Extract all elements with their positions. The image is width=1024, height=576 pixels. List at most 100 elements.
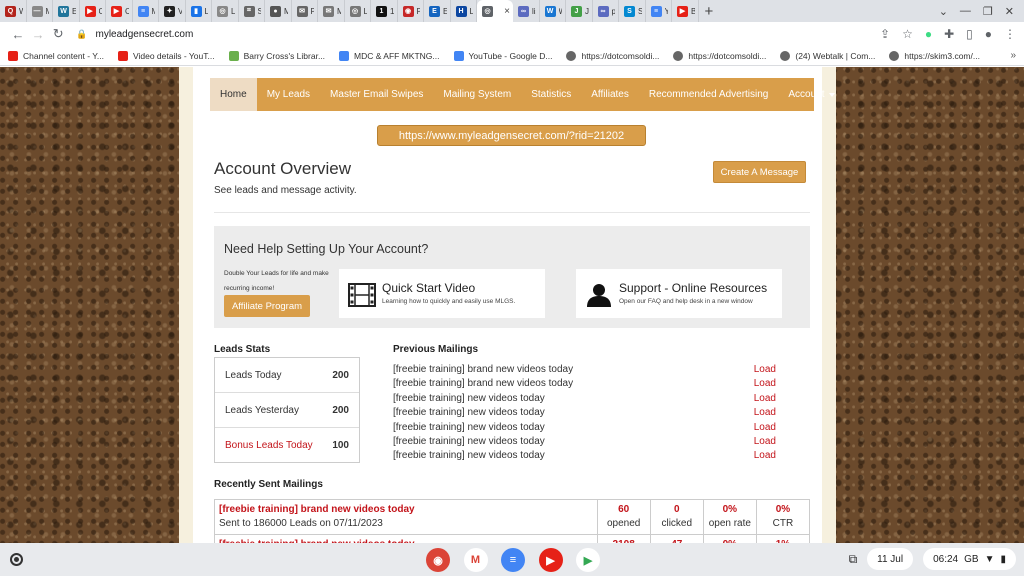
- browser-tab[interactable]: EEu: [424, 0, 451, 22]
- browser-tab[interactable]: SSe: [619, 0, 646, 22]
- mailing-subject: [freebie training] brand new videos toda…: [393, 364, 574, 375]
- browser-tab[interactable]: HLc: [451, 0, 477, 22]
- side-panel-icon[interactable]: ▯: [966, 27, 973, 41]
- browser-tab[interactable]: ≡Yo: [646, 0, 672, 22]
- support-card[interactable]: Support - Online Resources Open our FAQ …: [576, 269, 782, 318]
- load-link[interactable]: Load: [754, 450, 776, 464]
- browser-tab[interactable]: ▶Ch: [80, 0, 106, 22]
- launcher-icon[interactable]: [10, 553, 23, 566]
- extension-android-icon[interactable]: ●: [925, 27, 932, 41]
- load-link[interactable]: Load: [754, 364, 776, 378]
- reload-icon[interactable]: ↻: [48, 26, 68, 42]
- mailing-title-link[interactable]: [freebie training] brand new videos toda…: [219, 503, 593, 517]
- browser-tab[interactable]: ◎La: [345, 0, 371, 22]
- bookmark-item[interactable]: (24) Webtalk | Com...: [780, 50, 875, 61]
- tab-search-icon[interactable]: ⌄: [939, 5, 948, 18]
- nav-account[interactable]: Account: [778, 78, 844, 111]
- referral-url-box[interactable]: https://www.myleadgensecret.com/?rid=212…: [377, 125, 646, 146]
- nav-label: Recommended Advertising: [648, 89, 769, 100]
- create-message-button[interactable]: Create A Message: [713, 161, 806, 183]
- date-pill[interactable]: 11 Jul: [867, 548, 914, 570]
- load-link[interactable]: Load: [754, 393, 776, 407]
- tab-close-icon[interactable]: ×: [504, 6, 510, 17]
- back-icon[interactable]: ←: [8, 27, 28, 42]
- load-link[interactable]: Load: [754, 407, 776, 421]
- bookmark-star-icon[interactable]: ☆: [902, 27, 913, 41]
- tab-favicon-icon: 1: [376, 5, 387, 17]
- nav-mailing-system[interactable]: Mailing System: [433, 78, 521, 111]
- forward-icon[interactable]: →: [28, 27, 48, 42]
- browser-tab[interactable]: ▶Ch: [106, 0, 133, 22]
- browser-tab[interactable]: JJa: [566, 0, 593, 22]
- nav-statistics[interactable]: Statistics: [521, 78, 581, 111]
- browser-tab-active[interactable]: ◎ ×: [477, 0, 513, 22]
- bookmark-label: Video details - YouT...: [132, 50, 215, 61]
- load-link[interactable]: Load: [754, 422, 776, 436]
- nav-label: Master Email Swipes: [330, 89, 424, 100]
- bookmark-item[interactable]: Video details - YouT...: [117, 50, 215, 61]
- extensions-puzzle-icon[interactable]: ✚: [944, 27, 954, 41]
- chrome-app-icon[interactable]: ◉: [426, 548, 450, 572]
- bookmarks-overflow-icon[interactable]: »: [1010, 50, 1016, 61]
- nav-affiliates[interactable]: Affiliates: [581, 78, 639, 111]
- nav-my-leads[interactable]: My Leads: [257, 78, 320, 111]
- browser-tab[interactable]: ≡M: [133, 0, 159, 22]
- nav-master-email-swipes[interactable]: Master Email Swipes: [320, 78, 433, 111]
- bookmark-item[interactable]: Barry Cross's Librar...: [228, 50, 325, 61]
- minimize-icon[interactable]: —: [960, 5, 971, 18]
- browser-tab[interactable]: WEc: [53, 0, 80, 22]
- bookmark-item[interactable]: https://skim3.com/...: [889, 50, 980, 61]
- nav-home[interactable]: Home: [210, 78, 257, 111]
- browser-tab[interactable]: ▮Lis: [186, 0, 212, 22]
- tab-favicon-icon: Q: [5, 5, 16, 17]
- browser-tab[interactable]: ✦Vi: [159, 0, 186, 22]
- browser-tab[interactable]: ✉Mi: [318, 0, 345, 22]
- opened-value: 60: [618, 504, 630, 515]
- bookmark-item[interactable]: YouTube - Google D...: [453, 50, 553, 61]
- browser-tab[interactable]: ▶Ba: [672, 0, 699, 22]
- browser-tab[interactable]: ✉Pa: [292, 0, 318, 22]
- nav-recommended-advertising[interactable]: Recommended Advertising: [639, 78, 779, 111]
- load-link[interactable]: Load: [754, 436, 776, 450]
- tab-title: Vi: [178, 7, 182, 16]
- browser-tab[interactable]: QWi: [0, 0, 27, 22]
- stat-label[interactable]: Bonus Leads Today: [225, 440, 313, 451]
- browser-tab[interactable]: WW: [540, 0, 566, 22]
- browser-tab[interactable]: —M: [27, 0, 53, 22]
- lock-icon: 🔒: [76, 28, 88, 39]
- bookmark-item[interactable]: MDC & AFF MKTNG...: [339, 50, 440, 61]
- restore-icon[interactable]: ❐: [983, 5, 993, 18]
- browser-tab[interactable]: ◉Pr: [398, 0, 424, 22]
- browser-tab[interactable]: ⌗St: [239, 0, 265, 22]
- affiliate-program-button[interactable]: Affiliate Program: [224, 295, 310, 317]
- bookmark-item[interactable]: https://dotcomsoldi...: [566, 50, 659, 61]
- quick-start-card[interactable]: Quick Start Video Learning how to quickl…: [339, 269, 545, 318]
- docs-app-icon[interactable]: ≡: [501, 548, 525, 572]
- status-pill[interactable]: 06:24 GB ▼ ▮: [923, 548, 1016, 570]
- bookmark-label: YouTube - Google D...: [468, 50, 553, 61]
- share-icon[interactable]: ⇪: [880, 27, 890, 41]
- address-bar[interactable]: 🔒 myleadgensecret.com: [76, 25, 880, 43]
- clipboard-icon[interactable]: ⧉: [849, 552, 858, 567]
- browser-tab[interactable]: ●Mi: [265, 0, 292, 22]
- stat-value: 100: [332, 440, 349, 451]
- browser-tab[interactable]: ◎Li: [212, 0, 239, 22]
- browser-tab[interactable]: ∞lis: [513, 0, 540, 22]
- new-tab-button[interactable]: +: [705, 3, 714, 20]
- bonus-leads-row[interactable]: Bonus Leads Today 100: [215, 428, 359, 463]
- browser-tab[interactable]: 110: [371, 0, 398, 22]
- load-link[interactable]: Load: [754, 378, 776, 392]
- browser-tab[interactable]: ∞pa: [593, 0, 619, 22]
- menu-kebab-icon[interactable]: ⋮: [1004, 27, 1016, 41]
- gmail-app-icon[interactable]: M: [463, 548, 488, 572]
- user-icon: [587, 284, 611, 307]
- bookmark-item[interactable]: https://dotcomsoldi...: [673, 50, 766, 61]
- bookmark-item[interactable]: Channel content - Y...: [8, 50, 104, 61]
- profile-icon[interactable]: ●: [985, 27, 992, 41]
- tab-favicon-icon: ✉: [323, 5, 334, 17]
- previous-mailing-row: [freebie training] brand new videos toda…: [393, 364, 776, 378]
- close-window-icon[interactable]: ✕: [1005, 5, 1014, 18]
- stat-value: 200: [332, 404, 349, 416]
- youtube-app-icon[interactable]: ▶: [538, 548, 563, 572]
- play-store-app-icon[interactable]: ▶: [576, 548, 600, 572]
